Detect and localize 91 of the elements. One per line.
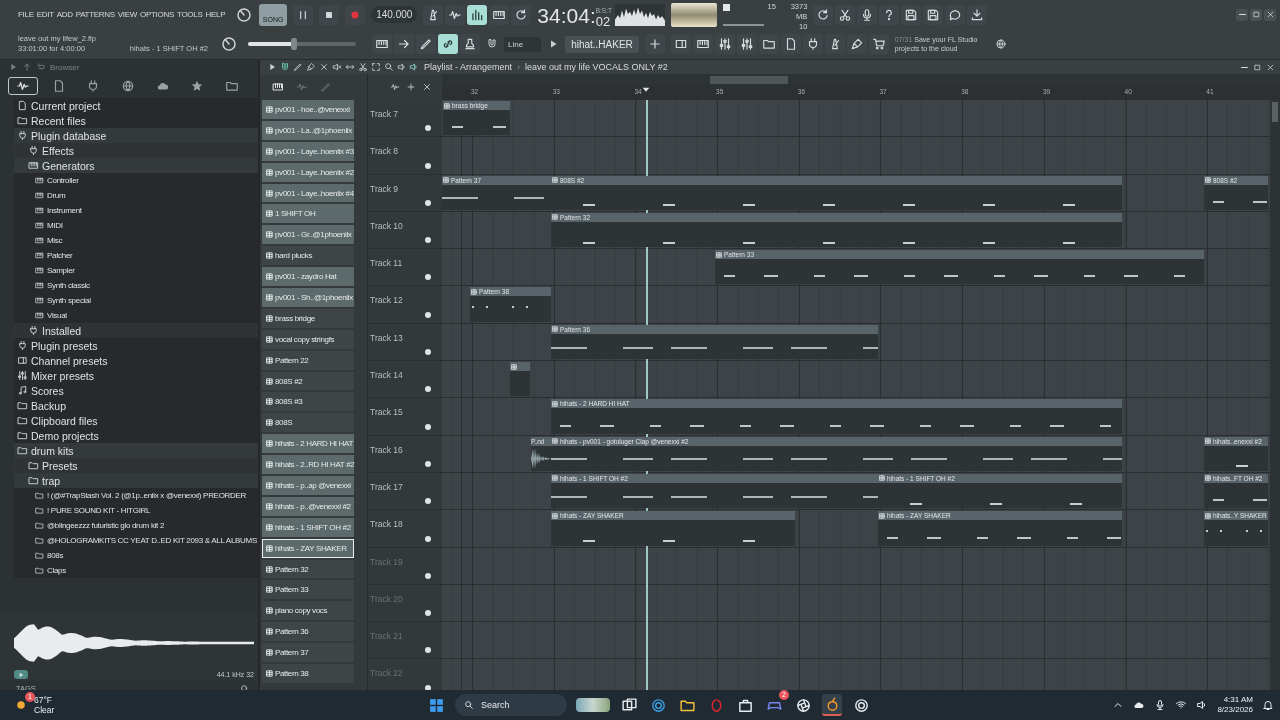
temperature-text: 67°F: [34, 695, 54, 705]
browser-item[interactable]: Instrument: [14, 203, 258, 218]
track-name: Track 17: [370, 481, 403, 492]
menu-item[interactable]: ADD: [56, 10, 73, 20]
track-name: Track 10: [370, 220, 403, 231]
browser-item[interactable]: trap: [14, 473, 258, 488]
browser-item[interactable]: Misc: [14, 233, 258, 248]
pattern-item[interactable]: pv001 - La..@1phoeniix: [262, 120, 354, 140]
menu-item[interactable]: FILE: [18, 10, 34, 20]
pattern-item[interactable]: hihats - p..ap @venexxi: [262, 476, 354, 495]
browser-item[interactable]: 808s: [14, 548, 258, 563]
menu-item[interactable]: VIEW: [117, 10, 138, 20]
browser-item[interactable]: @HOLOGRAMKITS CC YEAT D..ED KIT 2093 & ALL ALBUMS: [14, 533, 258, 548]
pattern-item[interactable]: pv001 - Laye..hoeniix #2: [262, 162, 354, 182]
browser-item[interactable]: Plugin presets: [14, 338, 258, 353]
browser-item[interactable]: Controller: [14, 173, 258, 188]
browser-item[interactable]: Channel presets: [14, 353, 258, 368]
pattern-item[interactable]: pv001 - Laye..hoeniix #4: [262, 183, 354, 203]
menu-item[interactable]: EDIT: [36, 10, 54, 20]
browser-item[interactable]: Patcher: [14, 248, 258, 263]
pattern-item[interactable]: hard plucks: [262, 246, 354, 266]
pattern-item[interactable]: 808S #2: [262, 371, 354, 391]
pattern-item[interactable]: brass bridge: [262, 308, 354, 328]
pattern-item[interactable]: hihats - p..@venexxi #2: [262, 496, 354, 516]
browser-item[interactable]: Backup: [14, 398, 258, 413]
browser-item[interactable]: Mixer presets: [14, 368, 258, 383]
snap-dropdown[interactable]: Line: [504, 36, 542, 52]
pattern-item[interactable]: hihats - 1 SHIFT OH #2: [262, 517, 354, 537]
pattern-item[interactable]: Pattern 37: [262, 643, 354, 663]
menu-item[interactable]: HELP: [205, 10, 226, 20]
track-name: Track 11: [370, 258, 403, 269]
pattern-item[interactable]: Pattern 32: [262, 559, 354, 579]
time-value: 34:04:: [537, 3, 596, 28]
browser-item[interactable]: Claps: [14, 563, 258, 578]
track-name: Track 16: [370, 444, 403, 455]
pattern-item[interactable]: vocal copy stringfs: [262, 329, 354, 349]
clock-date: 8/23/2026: [1217, 705, 1253, 715]
browser-item[interactable]: Drum: [14, 188, 258, 203]
browser-item[interactable]: drum kits: [14, 443, 258, 458]
menu-item[interactable]: PATTERNS: [75, 10, 115, 20]
browser-item[interactable]: Synth special: [14, 293, 258, 308]
track-name: Track 12: [370, 295, 403, 306]
pattern-item[interactable]: pv001 - Gr..@1phoeniix: [262, 225, 354, 245]
pattern-item[interactable]: hihats - 2 HARD HI HAT: [262, 434, 354, 454]
track-name: Track 14: [370, 370, 403, 381]
browser-item[interactable]: Visual: [14, 308, 258, 323]
browser-item[interactable]: ! PURE SOUND KIT - HITGIRL: [14, 503, 258, 518]
track-name: Track 13: [370, 332, 403, 343]
pattern-item[interactable]: Pattern 22: [262, 350, 354, 370]
pattern-item[interactable]: pv001 - zaydro Hat: [262, 267, 354, 286]
pattern-item[interactable]: pv001 - Sh..@1phoeniix: [262, 288, 354, 307]
browser-item[interactable]: @blingeezzz futuristic glo drum kit 2: [14, 518, 258, 533]
menu-item[interactable]: OPTIONS: [140, 10, 174, 20]
weather-condition: Clear: [34, 705, 55, 715]
browser-item[interactable]: Scores: [14, 383, 258, 398]
browser-item[interactable]: ! (@#TrapStash Vol. 2 (@1p..eniix x @venexxi) PREORDER: [14, 488, 258, 503]
browser-item[interactable]: Plugin database: [14, 128, 258, 143]
track-name: Track 18: [370, 519, 403, 530]
browser-item[interactable]: Demo projects: [14, 428, 258, 443]
search-field[interactable]: Search: [455, 694, 567, 716]
browser-item[interactable]: Recent files: [14, 113, 258, 128]
pattern-item[interactable]: Pattern 36: [262, 622, 354, 642]
pattern-item[interactable]: 808S: [262, 413, 354, 433]
track-name: Track 7: [370, 109, 399, 119]
track-name: Track 9: [370, 183, 399, 194]
pattern-selector[interactable]: hihat..HAKER: [565, 35, 639, 53]
browser-item[interactable]: Current project: [14, 98, 258, 113]
time-ticks: 02: [595, 14, 612, 28]
browser-item[interactable]: Synth classic: [14, 278, 258, 293]
breadcrumb-separator: ›: [517, 62, 521, 72]
pattern-item[interactable]: hihats - ZAY SHAKER: [262, 538, 354, 558]
browser-title: Browser: [50, 62, 80, 72]
pattern-item[interactable]: hihats - 2..RD HI HAT #2: [262, 455, 354, 475]
pattern-item[interactable]: Pattern 33: [262, 580, 354, 600]
arrangement-name: leave out my life VOCALS ONLY #2: [525, 62, 668, 72]
pattern-item[interactable]: Pattern 38: [262, 664, 354, 683]
track-name: Track 8: [370, 146, 399, 157]
menu-item[interactable]: TOOLS: [177, 10, 203, 20]
pattern-item[interactable]: piano copy vocs: [262, 601, 354, 621]
pattern-item[interactable]: pv001 - Laye..hoeniix #3: [262, 141, 354, 161]
pattern-item[interactable]: pv001 - hoe..@venexxi: [262, 100, 354, 119]
browser-item[interactable]: Sampler: [14, 263, 258, 278]
pattern-item[interactable]: 808S #3: [262, 392, 354, 412]
browser-item[interactable]: Generators: [14, 158, 258, 173]
pattern-item[interactable]: 1 SHIFT OH: [262, 204, 354, 224]
track-name: Track 15: [370, 407, 403, 418]
tempo-field[interactable]: 140.000: [371, 6, 418, 24]
playlist-title: Playlist - Arrangement: [424, 62, 513, 72]
browser-item[interactable]: Clipboard files: [14, 413, 258, 428]
clock-time: 4:31 AM: [1223, 695, 1253, 705]
browser-item[interactable]: MIDI: [14, 218, 258, 233]
